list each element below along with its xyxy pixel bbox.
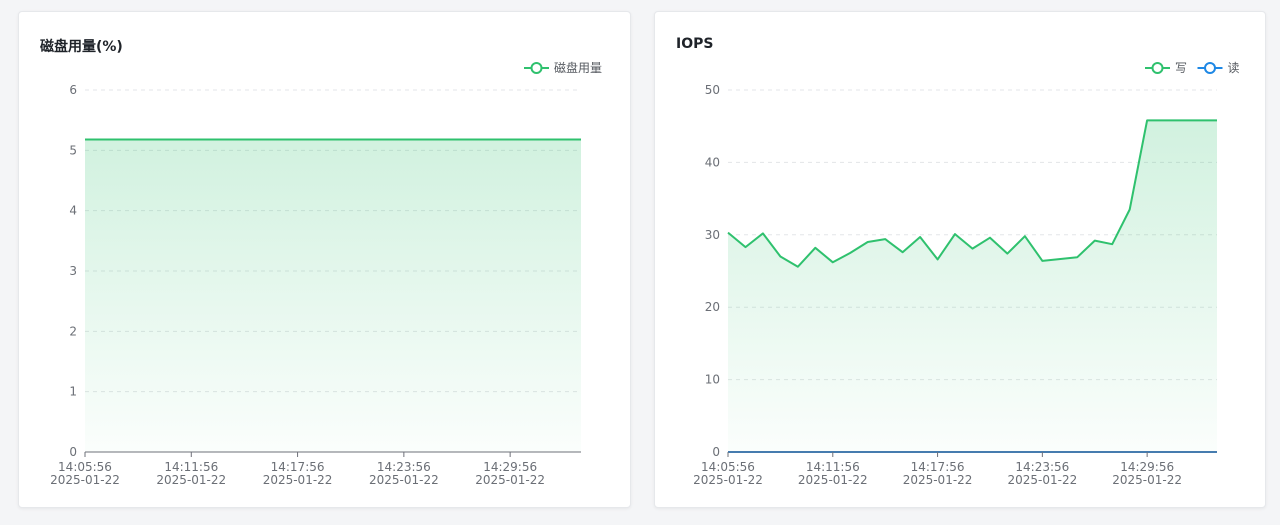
iops-chart: 0102030405014:05:562025-01-2214:11:56202… [693,61,1240,487]
iops-y-tick-label: 10 [705,373,720,387]
iops-legend-item[interactable]: 写 [1145,61,1187,75]
disk-x-tick-label: 14:17:56 [271,460,325,474]
disk-x-tick-date: 2025-01-22 [156,473,226,487]
disk-y-tick-label: 3 [69,264,77,278]
disk-x-tick-label: 14:23:56 [377,460,431,474]
iops-x-tick-date: 2025-01-22 [903,473,973,487]
iops-x-tick-date: 2025-01-22 [1007,473,1077,487]
disk-y-tick-label: 4 [69,204,77,218]
iops-legend-label: 写 [1175,61,1187,75]
disk-usage-chart: 012345614:05:562025-01-2214:11:562025-01… [50,60,602,487]
disk-y-tick-label: 1 [69,385,77,399]
disk-x-tick-date: 2025-01-22 [475,473,545,487]
iops-y-tick-label: 50 [705,83,720,97]
iops-x-tick-label: 14:17:56 [911,460,965,474]
iops-series-0-area [728,120,1217,453]
disk-legend-label: 磁盘用量 [554,60,602,75]
iops-x-tick-label: 14:11:56 [806,460,860,474]
disk-y-tick-label: 6 [69,83,77,97]
disk-legend-item[interactable]: 磁盘用量 [524,60,602,75]
iops-x-tick-date: 2025-01-22 [1112,473,1182,487]
disk-x-tick-label: 14:11:56 [164,460,218,474]
disk-x-tick-date: 2025-01-22 [263,473,333,487]
iops-x-tick-date: 2025-01-22 [693,473,763,487]
iops-y-tick-label: 20 [705,300,720,314]
disk-y-tick-label: 5 [69,143,77,157]
disk-x-tick-label: 14:29:56 [483,460,537,474]
iops-y-tick-label: 0 [712,445,720,459]
iops-legend-label: 读 [1228,61,1240,75]
disk-legend-circle-icon [530,62,543,74]
iops-card: IOPS 0 10 20 30 40 50 14:05:56 2025-01-22 14:11:… [654,11,1266,508]
iops-legend-circle-icon [1204,62,1216,74]
iops-y-tick-label: 30 [705,228,720,242]
disk-x-tick-date: 2025-01-22 [369,473,439,487]
iops-x-tick-label: 14:23:56 [1015,460,1069,474]
disk-y-tick-label: 2 [69,324,77,338]
disk-series-0-area [85,139,581,452]
disk-x-tick-date: 2025-01-22 [50,473,120,487]
disk-usage-card: 磁盘用量(%) 0 1 2 3 4 5 6 14:05:56 2025-01-22 14:11:5… [18,11,631,508]
iops-x-tick-label: 14:05:56 [701,460,755,474]
disk-y-tick-label: 0 [69,445,77,459]
iops-legend-circle-icon [1151,62,1164,74]
disk-x-tick-label: 14:05:56 [58,460,112,474]
iops-x-tick-date: 2025-01-22 [798,473,868,487]
iops-y-tick-label: 40 [705,155,720,169]
iops-x-tick-label: 14:29:56 [1120,460,1174,474]
iops-legend-item[interactable]: 读 [1197,61,1240,75]
